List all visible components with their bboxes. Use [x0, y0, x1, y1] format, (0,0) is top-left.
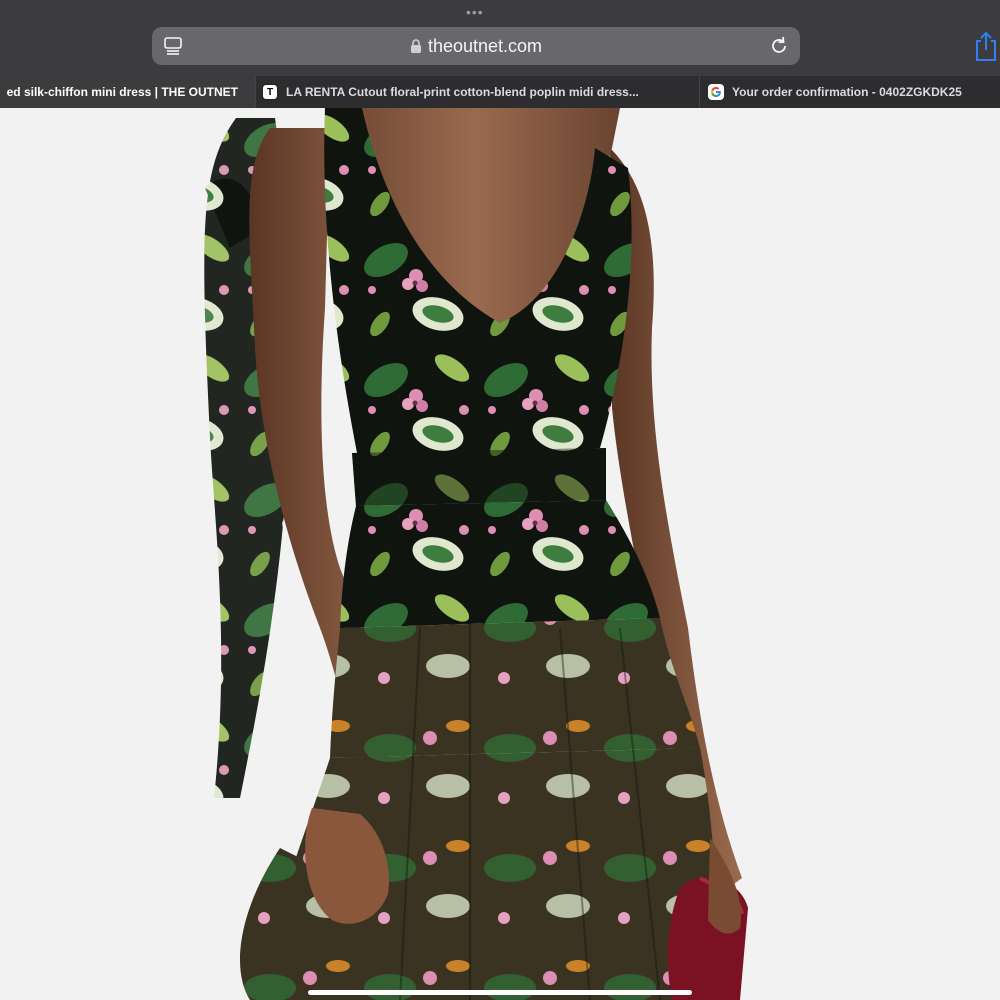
share-icon[interactable] [972, 30, 1000, 62]
home-indicator[interactable] [308, 990, 692, 995]
tab-la-renta-dress[interactable]: T LA RENTA Cutout floral-print cotton-bl… [255, 76, 699, 108]
browser-toolbar: ••• theoutnet.com [0, 0, 1000, 76]
page-content [0, 108, 1000, 1000]
address-bar[interactable]: theoutnet.com [152, 27, 800, 65]
tab-title: ed silk-chiffon mini dress | THE OUTNET [6, 85, 238, 99]
url-text[interactable]: theoutnet.com [428, 36, 542, 57]
google-favicon-icon [708, 84, 724, 100]
tab-bar: ed silk-chiffon mini dress | THE OUTNET … [0, 76, 1000, 108]
outnet-favicon-icon: T [262, 84, 278, 100]
more-dots[interactable]: ••• [466, 4, 484, 20]
reload-icon[interactable] [768, 35, 790, 57]
tab-order-confirmation[interactable]: Your order confirmation - 0402ZGKDK25 [699, 76, 1000, 108]
product-image[interactable] [0, 108, 1000, 1000]
tab-title: LA RENTA Cutout floral-print cotton-blen… [286, 85, 639, 99]
tab-outnet-mini-dress[interactable]: ed silk-chiffon mini dress | THE OUTNET [0, 76, 255, 108]
lock-icon [410, 38, 421, 53]
tab-title: Your order confirmation - 0402ZGKDK25 [732, 85, 962, 99]
url-container[interactable]: theoutnet.com [152, 27, 800, 65]
